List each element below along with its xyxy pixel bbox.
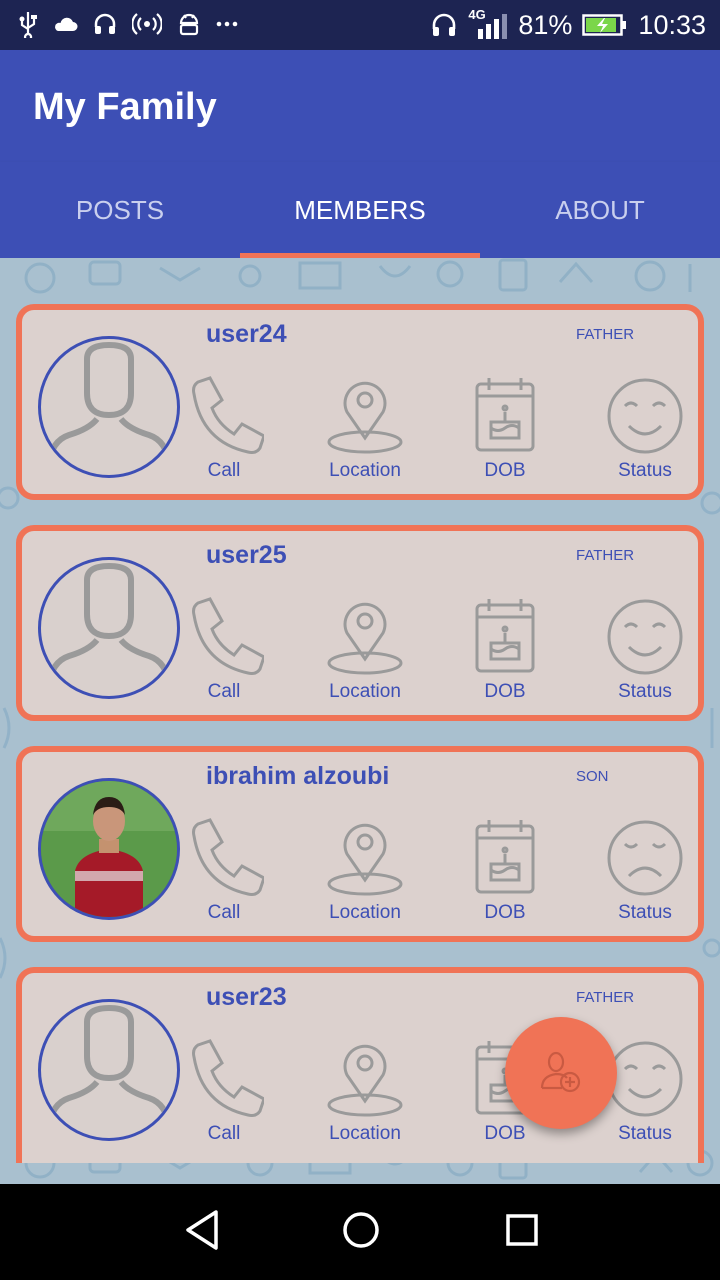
- call-label: Call: [207, 902, 241, 923]
- headset-icon: [94, 13, 116, 34]
- member-name: user23: [206, 983, 287, 1011]
- location-pin-icon: [327, 381, 403, 454]
- member-card[interactable]: ibrahim alzoubi SON Call Location DOB St…: [16, 746, 704, 942]
- member-role: FATHER: [576, 326, 635, 343]
- location-button[interactable]: Location: [315, 818, 415, 928]
- sad-icon: [607, 820, 683, 896]
- location-button[interactable]: Location: [315, 376, 415, 486]
- cloud-icon: [55, 17, 78, 31]
- navigation-bar: [0, 1184, 720, 1280]
- signal-icon: 4G: [468, 7, 508, 41]
- location-label: Location: [329, 902, 401, 923]
- dob-label: DOB: [484, 902, 526, 923]
- default-avatar[interactable]: [38, 999, 180, 1141]
- phone-icon: [192, 376, 264, 454]
- call-label: Call: [207, 681, 241, 702]
- location-label: Location: [329, 1123, 401, 1144]
- add-member-icon: [540, 1051, 581, 1093]
- android-icon: [179, 13, 199, 36]
- tab-about[interactable]: ABOUT: [480, 162, 720, 258]
- smile-icon: [607, 599, 683, 675]
- tab-bar: POSTS MEMBERS ABOUT: [0, 162, 720, 258]
- app-title: My Family: [33, 86, 217, 128]
- battery-charging-icon: [582, 14, 627, 36]
- dob-button[interactable]: DOB: [455, 597, 555, 707]
- back-icon[interactable]: [182, 1208, 222, 1252]
- app-bar: My Family: [0, 50, 720, 162]
- status-button[interactable]: Status: [595, 376, 695, 486]
- call-button[interactable]: Call: [174, 818, 274, 928]
- smile-icon: [607, 1041, 683, 1117]
- default-avatar[interactable]: [38, 336, 180, 478]
- phone-icon: [192, 1039, 264, 1117]
- phone-icon: [192, 818, 264, 896]
- dob-label: DOB: [484, 681, 526, 702]
- status-label: Status: [618, 460, 672, 481]
- status-label: Status: [618, 902, 672, 923]
- tab-posts[interactable]: POSTS: [0, 162, 240, 258]
- status-label: Status: [618, 681, 672, 702]
- location-pin-icon: [327, 823, 403, 896]
- location-pin-icon: [327, 1044, 403, 1117]
- status-button[interactable]: Status: [595, 818, 695, 928]
- status-bar: 4G 81% 10:33: [0, 0, 720, 50]
- member-name: user25: [206, 541, 287, 569]
- clock: 10:33: [638, 9, 706, 40]
- location-button[interactable]: Location: [315, 1039, 415, 1149]
- member-name: user24: [206, 320, 287, 348]
- call-label: Call: [207, 1123, 241, 1144]
- birthday-calendar-icon: [475, 378, 535, 452]
- call-button[interactable]: Call: [174, 597, 274, 707]
- birthday-calendar-icon: [475, 599, 535, 673]
- default-avatar[interactable]: [38, 557, 180, 699]
- call-label: Call: [207, 460, 241, 481]
- location-pin-icon: [327, 602, 403, 675]
- home-icon[interactable]: [340, 1208, 382, 1252]
- member-role: FATHER: [576, 989, 635, 1006]
- phone-icon: [192, 597, 264, 675]
- dob-label: DOB: [484, 460, 526, 481]
- location-button[interactable]: Location: [315, 597, 415, 707]
- call-button[interactable]: Call: [174, 1039, 274, 1149]
- location-label: Location: [329, 460, 401, 481]
- member-role: FATHER: [576, 547, 635, 564]
- member-role: SON: [576, 768, 609, 785]
- add-member-button[interactable]: [505, 1017, 617, 1129]
- dob-button[interactable]: DOB: [455, 818, 555, 928]
- members-list[interactable]: user24 FATHER Call Location DOB Status u…: [0, 258, 720, 1184]
- member-name: ibrahim alzoubi: [206, 762, 390, 790]
- smile-icon: [607, 378, 683, 454]
- battery-percent: 81%: [518, 9, 573, 40]
- call-button[interactable]: Call: [174, 376, 274, 486]
- location-label: Location: [329, 681, 401, 702]
- member-card[interactable]: user24 FATHER Call Location DOB Status: [16, 304, 704, 500]
- more-icon: [216, 21, 238, 27]
- recents-icon[interactable]: [502, 1208, 542, 1252]
- photo-avatar[interactable]: [38, 778, 180, 920]
- status-label: Status: [618, 1123, 672, 1144]
- tab-members[interactable]: MEMBERS: [240, 162, 480, 258]
- birthday-calendar-icon: [475, 820, 535, 894]
- headphones-icon: [433, 13, 456, 36]
- dob-button[interactable]: DOB: [455, 376, 555, 486]
- status-button[interactable]: Status: [595, 597, 695, 707]
- hotspot-icon: [132, 13, 162, 35]
- member-card[interactable]: user25 FATHER Call Location DOB Status: [16, 525, 704, 721]
- usb-icon: [19, 12, 37, 38]
